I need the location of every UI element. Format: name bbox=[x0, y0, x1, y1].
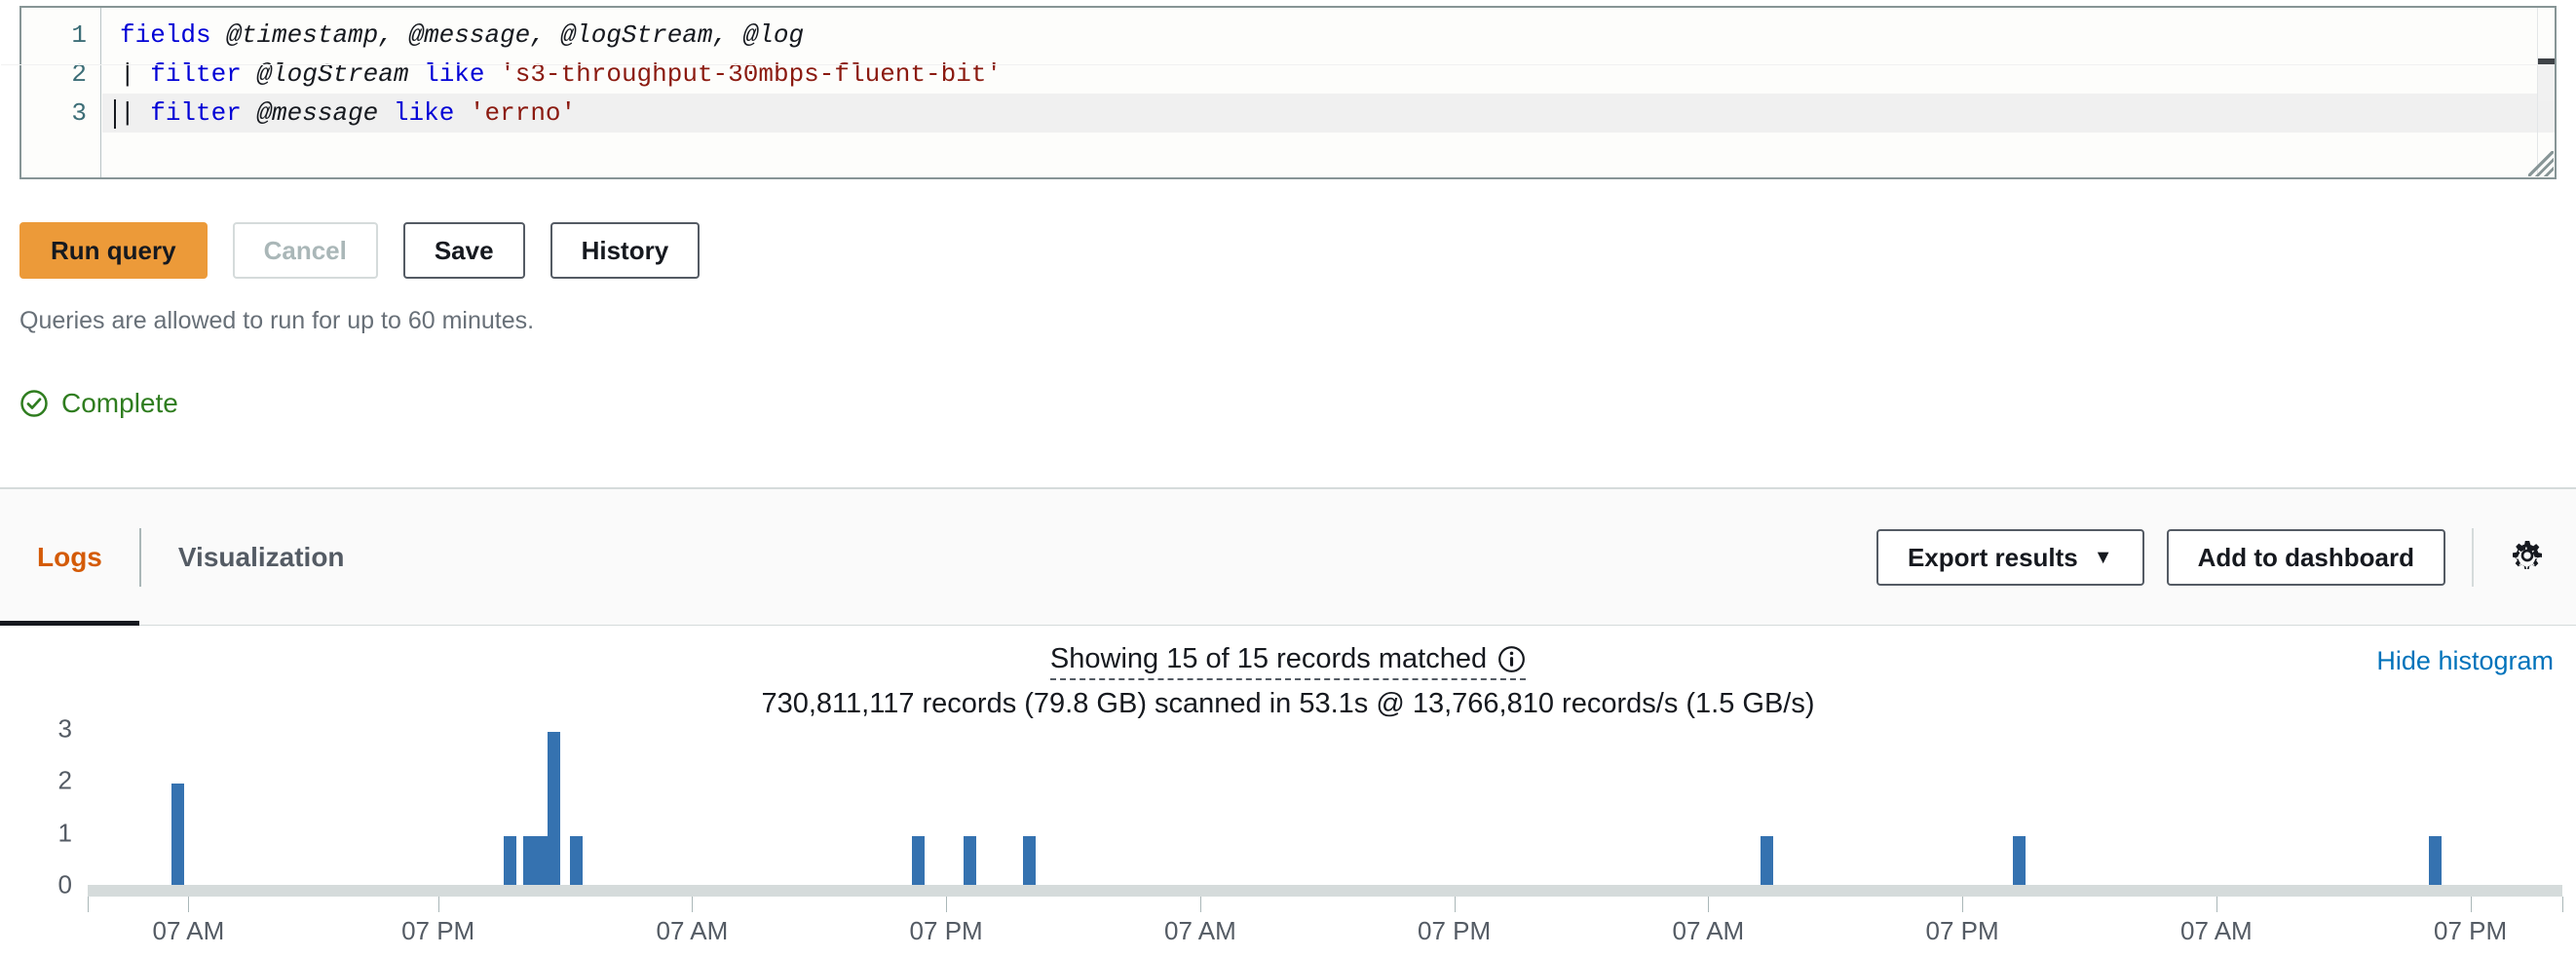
x-axis-tick-mark bbox=[1962, 897, 1964, 912]
histogram-plot-area[interactable] bbox=[88, 729, 2562, 888]
query-code-area[interactable]: fields @timestamp, @message, @logStream,… bbox=[102, 8, 2555, 177]
settings-button[interactable] bbox=[2500, 530, 2555, 585]
code-token: @message bbox=[256, 98, 379, 128]
export-results-button[interactable]: Export results ▼ bbox=[1875, 529, 2144, 586]
histogram-baseline bbox=[88, 885, 2562, 896]
code-token: fields bbox=[120, 20, 211, 50]
x-axis-tick-mark bbox=[946, 897, 948, 912]
tab-list: Logs Visualization bbox=[0, 489, 382, 626]
x-axis-tick-label: 07 PM bbox=[2434, 916, 2508, 945]
histogram-bar[interactable] bbox=[570, 835, 584, 888]
hide-histogram-link[interactable]: Hide histogram bbox=[2376, 646, 2554, 676]
line-number: 1 bbox=[71, 20, 87, 50]
x-axis-tick-label: 07 PM bbox=[909, 916, 983, 945]
y-axis-tick-label: 0 bbox=[57, 869, 72, 900]
line-number: 3 bbox=[71, 98, 87, 128]
x-axis-tick-label: 07 AM bbox=[656, 916, 729, 945]
history-button[interactable]: History bbox=[549, 222, 701, 279]
histogram-bar[interactable] bbox=[2013, 835, 2027, 888]
results-action-buttons: Export results ▼ Add to dashboard bbox=[1875, 489, 2555, 626]
code-token: @timestamp, @message, @logStream, @log bbox=[226, 20, 805, 50]
histogram-bar[interactable] bbox=[911, 835, 925, 888]
tab-logs[interactable]: Logs bbox=[0, 489, 139, 626]
records-matched-line: Showing 15 of 15 records matched bbox=[0, 643, 2576, 680]
query-editor[interactable]: 1 2 3 fields @timestamp, @message, @logS… bbox=[1, 6, 2557, 179]
x-axis-tick-label: 07 AM bbox=[152, 916, 225, 945]
chevron-down-icon: ▼ bbox=[2093, 546, 2113, 568]
export-results-label: Export results bbox=[1907, 542, 2078, 572]
histogram-bar[interactable] bbox=[1761, 835, 1774, 888]
editor-scrollbar-thumb[interactable] bbox=[2538, 58, 2555, 64]
histogram-bar[interactable] bbox=[171, 784, 185, 888]
editor-scroll-rail-row bbox=[1, 64, 2538, 65]
histogram-bar[interactable] bbox=[503, 835, 516, 888]
y-axis-tick-label: 1 bbox=[57, 818, 72, 848]
x-axis-tick-mark bbox=[437, 897, 439, 912]
histogram-bar[interactable] bbox=[523, 835, 537, 888]
x-axis-tick-mark bbox=[2470, 897, 2472, 912]
check-circle-icon bbox=[19, 389, 49, 418]
code-token: like bbox=[393, 98, 455, 128]
x-axis-tick-label: 07 PM bbox=[1418, 916, 1492, 945]
x-axis-tick-mark bbox=[2216, 897, 2217, 912]
code-token: filter bbox=[150, 98, 242, 128]
histogram-x-axis: 07 AM 07 PM 07 AM 07 PM 07 AM 07 PM 07 AM 07 PM… bbox=[88, 896, 2563, 957]
action-separator bbox=[2472, 528, 2474, 587]
x-axis-tick-label: 07 AM bbox=[1672, 916, 1745, 945]
histogram-bar[interactable] bbox=[548, 732, 561, 888]
cancel-button: Cancel bbox=[232, 222, 378, 279]
code-token: | bbox=[120, 98, 151, 128]
gear-icon bbox=[2508, 536, 2547, 580]
x-axis-tick-mark bbox=[1454, 897, 1456, 912]
status-label: Complete bbox=[61, 388, 178, 418]
results-histogram: 0123 07 AM 07 PM 07 AM 07 PM 07 AM 07 PM 07 AM… bbox=[0, 714, 2576, 957]
x-axis-edge-tick bbox=[2562, 897, 2563, 912]
x-axis-tick-label: 07 PM bbox=[1925, 916, 1999, 945]
x-axis-tick-mark bbox=[1708, 897, 1710, 912]
histogram-bar[interactable] bbox=[1023, 835, 1037, 888]
records-matched-text: Showing 15 of 15 records matched bbox=[1049, 643, 1488, 674]
editor-resize-handle[interactable] bbox=[2528, 151, 2554, 176]
query-line-3-active[interactable]: | filter @message like 'errno' bbox=[102, 94, 2555, 133]
results-tab-bar: Logs Visualization Export results ▼ Add … bbox=[0, 489, 2576, 626]
x-axis-tick-label: 07 PM bbox=[401, 916, 475, 945]
query-line-1[interactable]: fields @timestamp, @message, @logStream,… bbox=[102, 16, 2555, 55]
y-axis-tick-label: 2 bbox=[57, 765, 72, 795]
x-axis-edge-tick bbox=[88, 897, 89, 912]
code-token: 'errno' bbox=[469, 98, 577, 128]
editor-scroll-rail[interactable] bbox=[2538, 64, 2555, 101]
histogram-bar[interactable] bbox=[2428, 835, 2442, 888]
y-axis-tick-label: 3 bbox=[57, 713, 72, 744]
scan-statistics-text: 730,811,117 records (79.8 GB) scanned in… bbox=[761, 688, 1815, 719]
add-to-dashboard-button[interactable]: Add to dashboard bbox=[2166, 529, 2445, 586]
editor-line-number-gutter: 1 2 3 bbox=[21, 8, 101, 177]
query-time-limit-hint: Queries are allowed to run for up to 60 … bbox=[19, 307, 535, 334]
run-query-button[interactable]: Run query bbox=[19, 222, 208, 279]
x-axis-tick-mark bbox=[188, 897, 190, 912]
line-number: 2 bbox=[71, 59, 87, 89]
tab-visualization[interactable]: Visualization bbox=[141, 489, 382, 626]
x-axis-tick-mark bbox=[692, 897, 694, 912]
histogram-bar[interactable] bbox=[964, 835, 977, 888]
save-button[interactable]: Save bbox=[402, 222, 525, 279]
query-line-2[interactable]: | filter @logStream like 's3-throughput-… bbox=[102, 55, 2555, 94]
query-status: Complete bbox=[19, 388, 178, 419]
records-matched-tooltip-trigger[interactable]: Showing 15 of 15 records matched bbox=[1049, 643, 1527, 680]
x-axis-tick-label: 07 AM bbox=[1164, 916, 1236, 945]
histogram-bar[interactable] bbox=[535, 835, 549, 888]
info-icon[interactable] bbox=[1497, 645, 1526, 673]
query-action-buttons: Run query Cancel Save History bbox=[19, 222, 701, 279]
x-axis-tick-label: 07 AM bbox=[2179, 916, 2253, 945]
x-axis-tick-mark bbox=[1199, 897, 1201, 912]
histogram-y-axis: 0 1 2 3 bbox=[0, 714, 84, 900]
